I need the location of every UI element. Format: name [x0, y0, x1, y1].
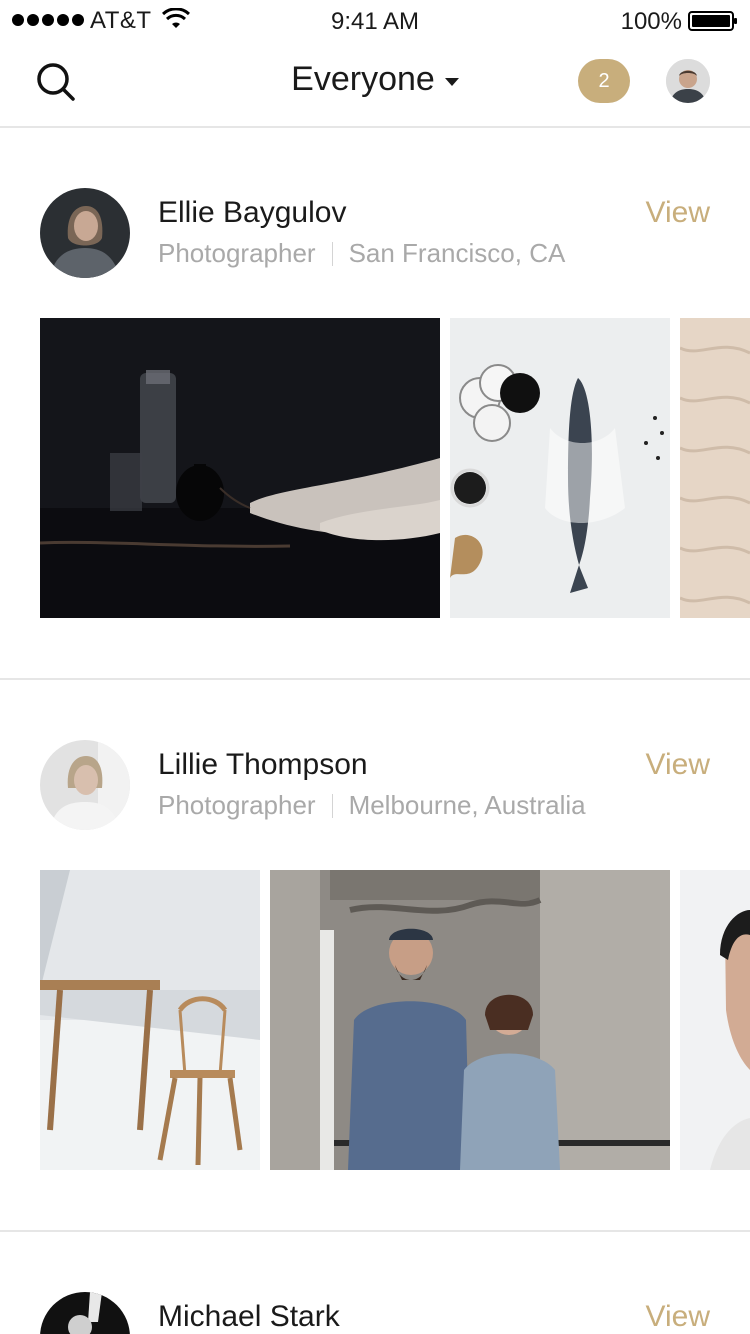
profile-avatar[interactable] — [40, 1292, 130, 1334]
portfolio-photo[interactable] — [680, 870, 750, 1170]
portfolio-photo[interactable] — [680, 318, 750, 618]
view-profile-button[interactable]: View — [646, 196, 710, 230]
nav-bar: Everyone 2 — [0, 40, 750, 128]
profile-role: Photographer — [158, 790, 316, 820]
view-profile-button[interactable]: View — [646, 1300, 710, 1334]
portfolio-photo[interactable] — [40, 318, 440, 618]
portfolio-photo[interactable] — [450, 318, 670, 618]
audience-filter-dropdown[interactable]: Everyone — [0, 60, 750, 99]
battery-percentage: 100% — [620, 8, 682, 35]
profile-card: Lillie Thompson Photographer Melbourne, … — [0, 680, 750, 1230]
view-profile-button[interactable]: View — [646, 748, 710, 782]
profile-meta: Photographer Melbourne, Australia — [158, 790, 586, 821]
status-bar: AT&T 9:41 AM 100% — [0, 0, 750, 40]
meta-divider — [331, 793, 333, 818]
profile-name[interactable]: Ellie Baygulov — [158, 196, 346, 230]
profile-name[interactable]: Lillie Thompson — [158, 748, 368, 782]
profile-avatar[interactable] — [40, 188, 130, 278]
notification-badge[interactable]: 2 — [578, 59, 630, 103]
profile-location: Melbourne, Australia — [348, 790, 586, 820]
profile-name[interactable]: Michael Stark — [158, 1300, 340, 1334]
meta-divider — [331, 241, 333, 266]
battery-icon — [688, 11, 737, 31]
profile-location: San Francisco, CA — [348, 238, 566, 268]
portfolio-photo[interactable] — [40, 870, 260, 1170]
profile-meta: Photographer San Francisco, CA — [158, 238, 565, 269]
profile-card: Ellie Baygulov Photographer San Francisc… — [0, 128, 750, 678]
user-avatar[interactable] — [666, 59, 710, 103]
caret-down-icon — [444, 77, 459, 86]
profile-card: Michael Stark View — [0, 1232, 750, 1334]
profile-role: Photographer — [158, 238, 316, 268]
page-title: Everyone — [291, 60, 435, 98]
profile-avatar[interactable] — [40, 740, 130, 830]
portfolio-photo[interactable] — [270, 870, 670, 1170]
